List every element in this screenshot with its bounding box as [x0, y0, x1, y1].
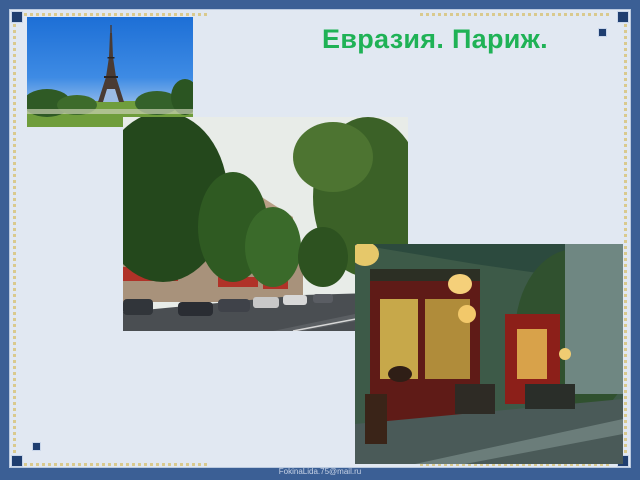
corner-ornament-top-left: [11, 11, 23, 23]
decorative-border-left: [13, 18, 16, 458]
footer-email: FokinaLida.75@mail.ru: [278, 467, 362, 476]
cafe-painting-illustration: [355, 244, 623, 464]
slide-title: Евразия. Париж.: [322, 24, 548, 54]
corner-ornament-bottom-left: [11, 455, 23, 467]
corner-ornament-small: [598, 28, 607, 37]
eiffel-tower-illustration: [27, 25, 193, 127]
eiffel-tower-photo: [27, 17, 193, 127]
decorative-border-top-right: [420, 13, 610, 16]
decorative-border-bottom: [18, 463, 208, 466]
decorative-border-top: [18, 13, 208, 16]
corner-ornament-small: [32, 442, 41, 451]
corner-ornament-top-right: [617, 11, 629, 23]
decorative-border-right: [624, 18, 627, 458]
paris-cafe-painting: [355, 244, 623, 464]
